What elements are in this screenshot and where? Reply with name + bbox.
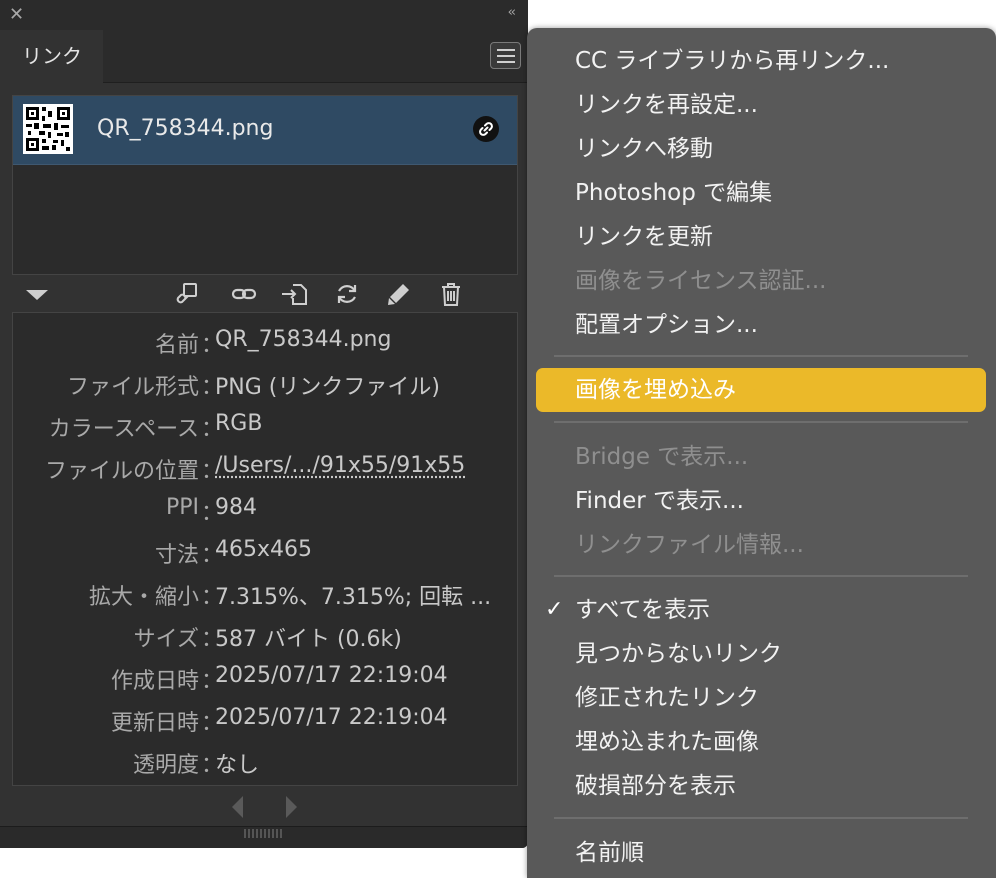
info-value: RGB [215, 411, 262, 436]
info-label: ファイルの位置 [45, 453, 199, 485]
collapse-panel-icon[interactable]: ‹‹ [508, 5, 514, 20]
menu-item-missing-links[interactable]: 見つからないリンク [575, 634, 782, 674]
tab-links[interactable]: リンク [0, 30, 103, 83]
info-value: 2025/07/17 22:19:04 [215, 663, 448, 688]
info-value: 2025/07/17 22:19:04 [215, 705, 448, 730]
menu-item-update-link[interactable]: リンクを更新 [575, 217, 713, 257]
info-label: 拡大・縮小 [89, 579, 199, 611]
info-label: 更新日時 [111, 705, 199, 737]
info-label: PPI [166, 495, 199, 520]
menu-separator [554, 421, 968, 423]
menu-item-placement-options[interactable]: 配置オプション... [575, 305, 758, 345]
links-panel: ✕ ‹‹ リンク QR_758344.png 名前 ： QR_758344.pn… [0, 0, 528, 848]
info-row-created: 作成日時 ： 2025/07/17 22:19:04 [13, 655, 517, 697]
info-row-modified: 更新日時 ： 2025/07/17 22:19:04 [13, 697, 517, 739]
menu-item-license-image: 画像をライセンス認証... [575, 261, 826, 301]
info-value: PNG (リンクファイル) [215, 369, 440, 401]
info-row-format: ファイル形式 ： PNG (リンクファイル) [13, 361, 517, 403]
go-to-link-icon[interactable] [280, 280, 308, 308]
info-row-transparency: 透明度 ： なし [13, 739, 517, 781]
info-row-location: ファイルの位置 ： /Users/.../91x55/91x55 [13, 445, 517, 487]
info-row-ppi: PPI ： 984 [13, 487, 517, 529]
menu-item-show-all[interactable]: すべてを表示 [575, 590, 710, 630]
panel-flyout-menu: CC ライブラリから再リンク... リンクを再設定... リンクへ移動 Phot… [527, 28, 996, 878]
file-location-link[interactable]: /Users/.../91x55/91x55 [215, 453, 465, 478]
info-label: カラースペース [49, 411, 199, 443]
menu-item-embed-image[interactable]: 画像を埋め込み [575, 370, 736, 410]
next-link-icon[interactable] [286, 796, 297, 818]
grip-icon [244, 829, 284, 838]
link-file-name: QR_758344.png [97, 116, 273, 141]
menu-item-modified-links[interactable]: 修正されたリンク [575, 678, 759, 718]
info-label: 寸法 [155, 537, 199, 569]
info-row-name: 名前 ： QR_758344.png [13, 319, 517, 361]
info-value: 7.315%、7.315%; 回転 ... [215, 579, 491, 611]
info-value: 587 バイト (0.6k) [215, 621, 402, 653]
relink-icon[interactable] [230, 280, 258, 308]
resize-grip[interactable] [0, 826, 528, 848]
link-row-selected[interactable]: QR_758344.png [13, 96, 517, 165]
menu-item-embedded-images[interactable]: 埋め込まれた画像 [575, 722, 759, 762]
panel-menu-button[interactable] [490, 42, 521, 69]
link-info-section: 名前 ： QR_758344.png ファイル形式 ： PNG (リンクファイル… [12, 312, 518, 786]
menu-item-sort-by-name[interactable]: 名前順 [575, 833, 644, 873]
info-row-size: サイズ ： 587 バイト (0.6k) [13, 613, 517, 655]
edit-original-icon[interactable] [385, 280, 413, 308]
previous-link-icon[interactable] [232, 796, 243, 818]
qr-code-thumbnail [23, 104, 73, 154]
show-link-info-toggle[interactable] [26, 290, 48, 300]
info-label: 作成日時 [111, 663, 199, 695]
menu-separator [554, 817, 968, 819]
update-link-icon[interactable] [333, 280, 361, 308]
menu-item-edit-in-photoshop[interactable]: Photoshop で編集 [575, 173, 772, 213]
menu-item-go-to-link[interactable]: リンクへ移動 [575, 129, 713, 169]
menu-item-reveal-in-finder[interactable]: Finder で表示... [575, 481, 744, 521]
info-row-scale: 拡大・縮小 ： 7.315%、7.315%; 回転 ... [13, 571, 517, 613]
info-label: ファイル形式 [67, 369, 199, 401]
menu-separator [554, 575, 968, 577]
info-value: なし [215, 747, 259, 779]
info-label: 透明度 [133, 747, 199, 779]
menu-item-relink[interactable]: リンクを再設定... [575, 85, 758, 125]
panel-title-bar [0, 0, 528, 30]
info-row-color-space: カラースペース ： RGB [13, 403, 517, 445]
links-list[interactable]: QR_758344.png [12, 95, 518, 275]
links-toolbar [0, 280, 528, 308]
menu-item-link-file-info: リンクファイル情報... [575, 525, 804, 565]
delete-icon[interactable] [437, 280, 465, 308]
menu-item-relink-cc-library[interactable]: CC ライブラリから再リンク... [575, 41, 889, 81]
info-row-dimensions: 寸法 ： 465x465 [13, 529, 517, 571]
menu-item-show-broken[interactable]: 破損部分を表示 [575, 766, 736, 806]
info-value: QR_758344.png [215, 327, 391, 352]
relink-from-cc-library-icon[interactable] [172, 280, 200, 308]
menu-item-reveal-in-bridge: Bridge で表示... [575, 437, 748, 477]
link-icon [473, 116, 499, 142]
info-label: 名前 [155, 327, 199, 359]
info-pager [0, 794, 528, 820]
info-value: 465x465 [215, 537, 312, 562]
info-label: サイズ [134, 621, 199, 653]
close-icon[interactable]: ✕ [9, 4, 24, 26]
info-value: 984 [215, 495, 257, 520]
checkmark-icon: ✓ [545, 590, 563, 630]
menu-separator [554, 355, 968, 357]
